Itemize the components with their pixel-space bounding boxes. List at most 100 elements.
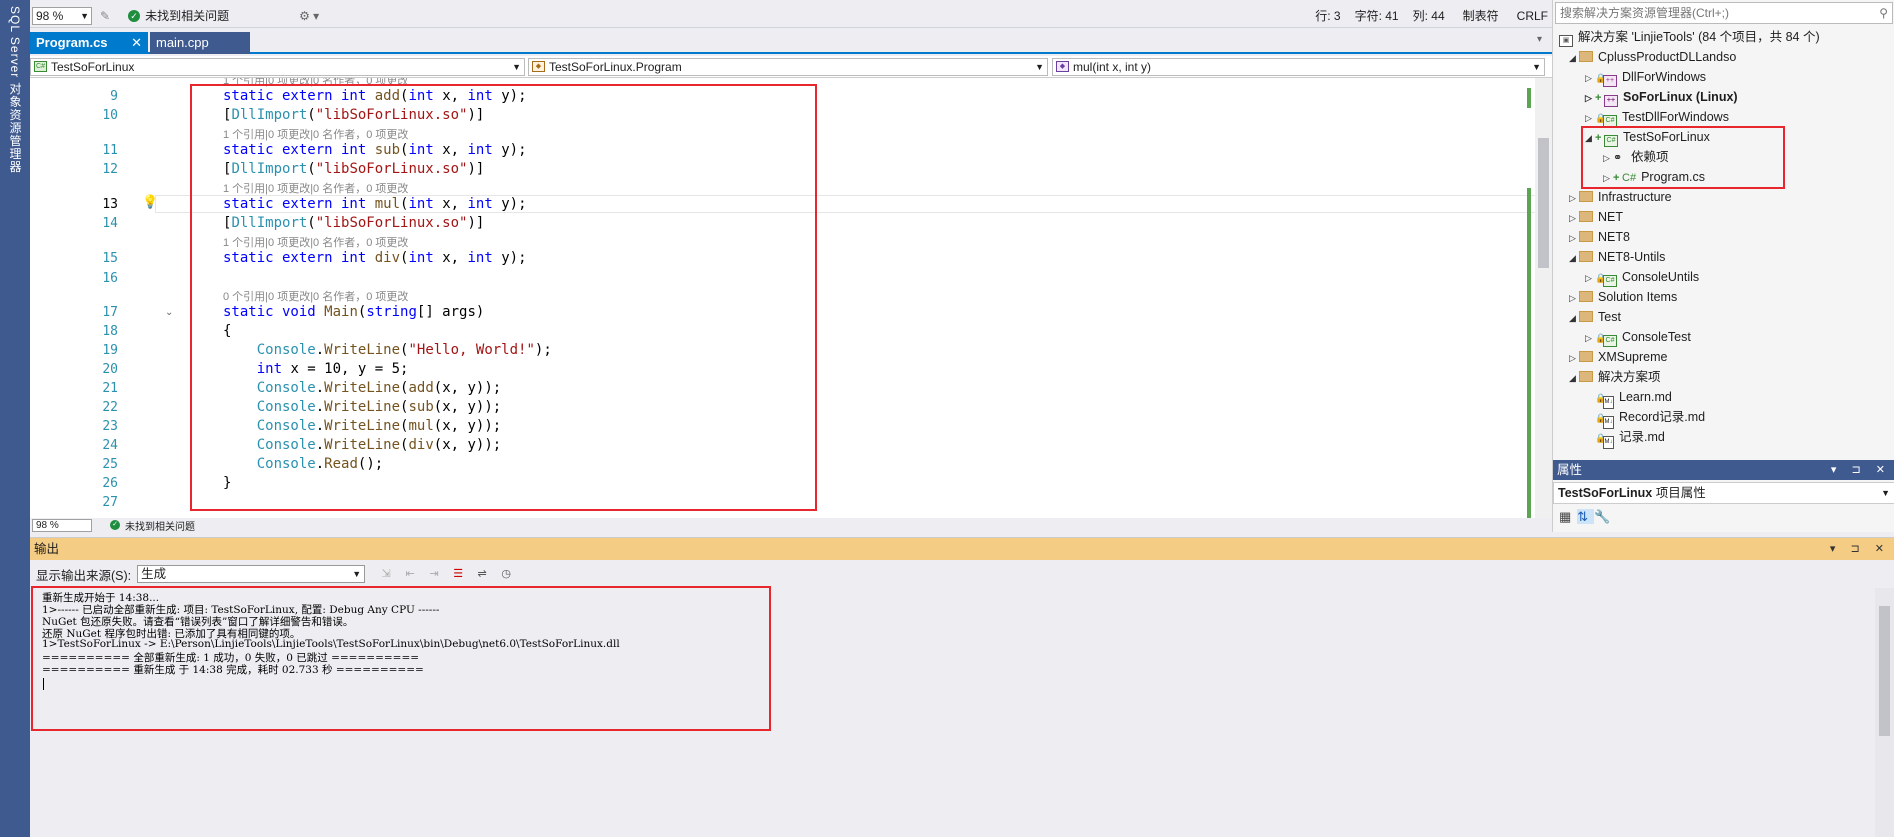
tab-program-cs[interactable]: Program.cs ✕ bbox=[30, 32, 148, 54]
tree-label: 解决方案 'LinjieTools' (84 个项目，共 84 个) bbox=[1578, 30, 1820, 44]
line-number: 20 bbox=[102, 362, 118, 377]
server-explorer-label[interactable]: SQL Server 对象资源管理器 bbox=[7, 6, 24, 174]
collapse-chevron-icon[interactable]: ⌄ bbox=[165, 307, 173, 318]
line-number: 10 bbox=[102, 108, 118, 123]
col-indicator[interactable]: 列: 44 bbox=[1413, 7, 1463, 24]
properties-subject-suffix: 项目属性 bbox=[1655, 486, 1706, 500]
solution-search-input[interactable]: 搜索解决方案资源管理器(Ctrl+;) ⚲ bbox=[1555, 2, 1893, 24]
next-message-icon[interactable]: ⇥ bbox=[425, 566, 443, 582]
collapsed-arrow-icon[interactable]: ▷ bbox=[1585, 268, 1595, 288]
tree-project-soforlinux[interactable]: ▷ + ++ SoForLinux (Linux) bbox=[1585, 87, 1738, 107]
tab-label: main.cpp bbox=[156, 35, 209, 50]
scrollbar-thumb[interactable] bbox=[1879, 606, 1890, 736]
line-indicator[interactable]: 行: 3 bbox=[1315, 7, 1354, 24]
tree-file-learn-md[interactable]: 🔒M↓ Learn.md bbox=[1595, 387, 1672, 409]
collapsed-arrow-icon[interactable]: ▷ bbox=[1569, 208, 1579, 228]
class-icon: ◆ bbox=[532, 61, 545, 72]
tree-project-consoleuntils[interactable]: ▷ 🔒C# ConsoleUntils bbox=[1585, 267, 1699, 287]
project-nav-value: TestSoForLinux bbox=[51, 60, 135, 74]
categorized-icon[interactable]: ▦ bbox=[1559, 509, 1577, 524]
brush-icon[interactable]: ✎ bbox=[100, 9, 110, 23]
output-source-select[interactable]: 生成 ▼ bbox=[137, 565, 366, 583]
line-number: 15 bbox=[102, 251, 118, 266]
csharp-project-icon: C# bbox=[34, 61, 47, 72]
prev-message-icon[interactable]: ⇤ bbox=[401, 566, 419, 582]
output-vertical-scrollbar[interactable] bbox=[1875, 588, 1894, 837]
expanded-arrow-icon[interactable]: ◢ bbox=[1569, 48, 1579, 68]
tab-main-cpp[interactable]: main.cpp bbox=[150, 32, 250, 54]
code-editor-pane: 98 % ▼ ✎ ✓ 未找到相关问题 ⚙ ▾ 行: 3 字符: 41 列: 44 … bbox=[30, 0, 1552, 532]
tree-project-consoletest[interactable]: ▷ 🔒C# ConsoleTest bbox=[1585, 327, 1691, 347]
collapsed-arrow-icon[interactable]: ▷ bbox=[1569, 188, 1579, 208]
output-text-area[interactable]: 重新生成开始于 14:38... 1>------ 已启动全部重新生成: 项目:… bbox=[30, 586, 1875, 837]
collapsed-arrow-icon[interactable]: ▷ bbox=[1569, 288, 1579, 308]
quick-actions-icon[interactable]: ⚙ ▾ bbox=[299, 9, 319, 23]
tree-file-jilu-md[interactable]: 🔒M↓ 记录.md bbox=[1595, 427, 1665, 449]
expanded-arrow-icon[interactable]: ◢ bbox=[1569, 308, 1579, 328]
tree-folder-xmsupreme[interactable]: ▷ XMSupreme bbox=[1569, 347, 1667, 367]
collapsed-arrow-icon[interactable]: ▷ bbox=[1585, 68, 1595, 88]
folder-icon bbox=[1579, 291, 1593, 302]
tree-file-record-md[interactable]: 🔒M↓ Record记录.md bbox=[1595, 407, 1705, 429]
highlight-box-output bbox=[31, 586, 771, 731]
collapsed-arrow-icon[interactable]: ▷ bbox=[1585, 88, 1595, 108]
tree-project-dllforwindows[interactable]: ▷ 🔒++ DllForWindows bbox=[1585, 67, 1706, 87]
server-explorer-strip[interactable]: SQL Server 对象资源管理器 bbox=[0, 0, 30, 837]
folder-icon bbox=[1579, 371, 1593, 382]
solution-node[interactable]: ▣ 解决方案 'LinjieTools' (84 个项目，共 84 个) bbox=[1559, 27, 1820, 47]
zoom-select[interactable]: 98 % bbox=[32, 518, 92, 532]
tabs-indicator[interactable]: 制表符 bbox=[1463, 7, 1517, 24]
code-area[interactable]: 💡 ⌄ 1 个引用|0 项更改|0 名作者，0 项更改 9 static ext… bbox=[30, 78, 1552, 518]
wrench-icon[interactable]: 🔧 bbox=[1594, 509, 1616, 524]
editor-bottom-bar: 98 % ✓ 未找到相关问题 bbox=[30, 518, 1552, 532]
tree-folder-test[interactable]: ◢ Test bbox=[1569, 307, 1621, 327]
issues-text[interactable]: 未找到相关问题 bbox=[145, 7, 229, 24]
member-nav-select[interactable]: ◆ mul(int x, int y) ▼ bbox=[1052, 58, 1545, 76]
collapsed-arrow-icon[interactable]: ▷ bbox=[1585, 328, 1595, 348]
panel-window-buttons[interactable]: ▾ ⊐ ✕ bbox=[1831, 460, 1891, 480]
eol-indicator[interactable]: CRLF bbox=[1517, 9, 1552, 23]
lightbulb-icon[interactable]: 💡 bbox=[142, 194, 158, 210]
tree-folder-solution-files[interactable]: ◢ 解决方案项 bbox=[1569, 367, 1661, 387]
tree-folder-cplussproductdllandso[interactable]: ◢ CplussProductDLLandso bbox=[1569, 47, 1736, 67]
word-wrap-icon[interactable]: ⇌ bbox=[473, 566, 491, 582]
tab-overflow-icon[interactable]: ▾ bbox=[1537, 34, 1542, 45]
clear-all-icon[interactable]: ☰ bbox=[449, 566, 467, 582]
collapsed-arrow-icon[interactable]: ▷ bbox=[1569, 228, 1579, 248]
find-message-icon[interactable]: ⇲ bbox=[377, 566, 395, 582]
class-nav-select[interactable]: ◆ TestSoForLinux.Program ▼ bbox=[528, 58, 1048, 76]
tree-folder-net8[interactable]: ▷ NET8 bbox=[1569, 227, 1630, 247]
tree-folder-solution-items[interactable]: ▷ Solution Items bbox=[1569, 287, 1677, 307]
editor-info-bar: 98 % ▼ ✎ ✓ 未找到相关问题 ⚙ ▾ 行: 3 字符: 41 列: 44 … bbox=[30, 4, 1552, 28]
lock-icon: 🔒 bbox=[1595, 113, 1607, 123]
scrollbar-thumb[interactable] bbox=[1538, 138, 1549, 268]
line-number: 18 bbox=[102, 324, 118, 339]
line-number: 23 bbox=[102, 419, 118, 434]
zoom-select[interactable]: 98 % ▼ bbox=[32, 6, 92, 25]
expanded-arrow-icon[interactable]: ◢ bbox=[1569, 368, 1579, 388]
chevron-down-icon: ▼ bbox=[1881, 488, 1890, 498]
tree-label: Infrastructure bbox=[1598, 190, 1672, 204]
tree-folder-net[interactable]: ▷ NET bbox=[1569, 207, 1623, 227]
line-number: 17 bbox=[102, 305, 118, 320]
alphabetical-icon[interactable]: ⇅ bbox=[1577, 509, 1595, 524]
zoom-value: 98 % bbox=[36, 519, 59, 531]
lock-icon: 🔒 bbox=[1595, 393, 1607, 403]
tree-folder-infrastructure[interactable]: ▷ Infrastructure bbox=[1569, 187, 1672, 207]
properties-object-select[interactable]: TestSoForLinux 项目属性 ▼ bbox=[1553, 482, 1894, 504]
collapsed-arrow-icon[interactable]: ▷ bbox=[1569, 348, 1579, 368]
tree-label: Learn.md bbox=[1619, 390, 1672, 404]
issues-text[interactable]: 未找到相关问题 bbox=[125, 518, 195, 533]
editor-vertical-scrollbar[interactable] bbox=[1535, 78, 1552, 518]
tree-label: DllForWindows bbox=[1622, 70, 1707, 84]
tree-folder-net8-untils[interactable]: ◢ NET8-Untils bbox=[1569, 247, 1665, 267]
tree-project-testdllforwindows[interactable]: ▷ 🔒C# TestDllForWindows bbox=[1585, 107, 1729, 127]
expanded-arrow-icon[interactable]: ◢ bbox=[1569, 248, 1579, 268]
collapsed-arrow-icon[interactable]: ▷ bbox=[1585, 108, 1595, 128]
clock-icon[interactable]: ◷ bbox=[497, 566, 515, 582]
project-nav-select[interactable]: C# TestSoForLinux ▼ bbox=[30, 58, 525, 76]
char-indicator[interactable]: 字符: 41 bbox=[1355, 7, 1413, 24]
panel-window-buttons[interactable]: ▾ ⊐ ✕ bbox=[1830, 538, 1890, 560]
search-icon[interactable]: ⚲ bbox=[1879, 3, 1888, 23]
close-icon[interactable]: ✕ bbox=[131, 32, 142, 54]
